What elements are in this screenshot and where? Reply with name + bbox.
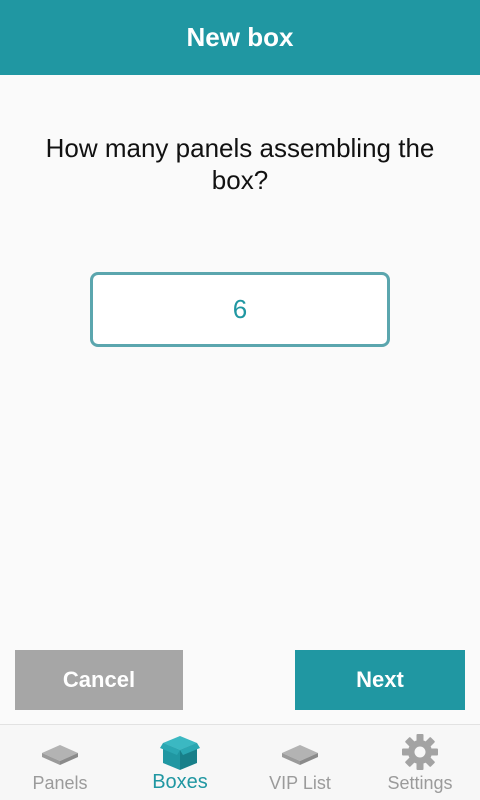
nav-label-settings: Settings [387, 773, 453, 793]
nav-item-settings[interactable]: Settings [360, 725, 480, 800]
next-button[interactable]: Next [295, 650, 465, 710]
box-icon [160, 736, 200, 770]
panel-count-question: How many panels assembling the box? [45, 133, 435, 195]
app-bar: New box [0, 0, 480, 75]
nav-item-vip-list[interactable]: VIP List [240, 725, 360, 800]
app-screen: New box How many panels assembling the b… [0, 0, 480, 800]
panel-count-input[interactable] [90, 272, 390, 347]
cancel-button[interactable]: Cancel [15, 650, 183, 710]
page-title: New box [186, 22, 294, 52]
gear-icon [402, 734, 438, 770]
nav-label-panels: Panels [32, 773, 88, 793]
panel-icon [282, 745, 318, 765]
nav-item-boxes[interactable]: Boxes [120, 725, 240, 800]
nav-item-panels[interactable]: Panels [0, 725, 120, 800]
panel-icon [42, 745, 78, 765]
nav-label-vip-list: VIP List [269, 773, 331, 793]
nav-label-boxes: Boxes [152, 771, 208, 793]
bottom-navigation: Panels Boxes VIP List Settings [0, 724, 480, 800]
